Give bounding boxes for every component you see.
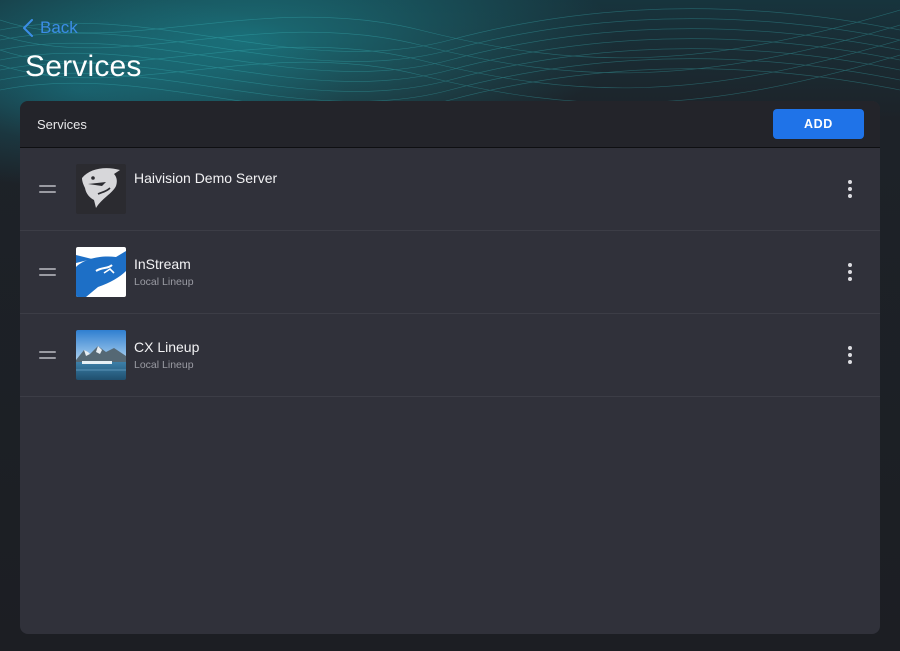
shark-logo-blue-icon — [76, 247, 126, 297]
kebab-dot — [848, 187, 852, 191]
back-label: Back — [40, 18, 78, 37]
drag-handle-icon — [39, 185, 56, 193]
service-subtitle: Local Lineup — [134, 359, 194, 371]
drag-handle[interactable] — [20, 314, 75, 396]
service-text: InStream Local Lineup — [134, 256, 830, 288]
service-text: CX Lineup Local Lineup — [134, 339, 830, 371]
page-title: Services — [25, 50, 142, 83]
services-panel: Services ADD Haivision Demo Server InStr… — [20, 101, 880, 634]
services-screen: Back Services Services ADD Haivision Dem… — [0, 0, 900, 651]
more-options-button[interactable] — [830, 169, 870, 209]
back-button[interactable]: Back — [22, 16, 78, 40]
panel-header: Services ADD — [20, 101, 880, 148]
service-row-instream[interactable]: InStream Local Lineup — [20, 231, 880, 314]
drag-handle[interactable] — [20, 148, 75, 230]
service-row-haivision-demo-server[interactable]: Haivision Demo Server — [20, 148, 880, 231]
kebab-dot — [848, 353, 852, 357]
shark-logo-icon — [76, 164, 126, 214]
kebab-dot — [848, 180, 852, 184]
drag-handle[interactable] — [20, 231, 75, 313]
kebab-dot — [848, 263, 852, 267]
service-name: Haivision Demo Server — [134, 170, 278, 186]
service-name: CX Lineup — [134, 339, 200, 355]
service-text: Haivision Demo Server — [134, 170, 830, 186]
kebab-dot — [848, 270, 852, 274]
panel-title: Services — [37, 116, 87, 132]
service-name: InStream — [134, 256, 191, 272]
chevron-left-icon — [23, 19, 33, 37]
glacier-photo-icon — [76, 330, 126, 380]
add-button[interactable]: ADD — [773, 109, 864, 139]
drag-handle-icon — [39, 351, 56, 359]
service-row-cx-lineup[interactable]: CX Lineup Local Lineup — [20, 314, 880, 397]
more-options-button[interactable] — [830, 252, 870, 292]
kebab-dot — [848, 277, 852, 281]
kebab-dot — [848, 194, 852, 198]
drag-handle-icon — [39, 268, 56, 276]
kebab-dot — [848, 360, 852, 364]
kebab-dot — [848, 346, 852, 350]
service-subtitle: Local Lineup — [134, 276, 194, 288]
more-options-button[interactable] — [830, 335, 870, 375]
